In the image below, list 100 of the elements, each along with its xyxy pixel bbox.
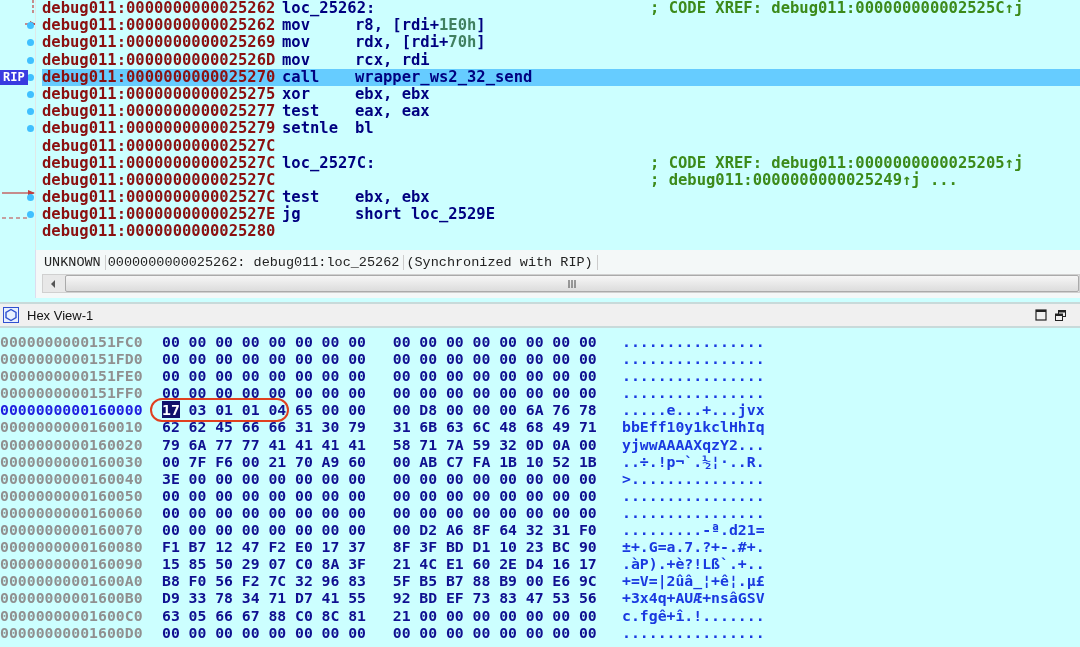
hex-byte: 1B (578, 452, 597, 470)
breakpoint-dot[interactable] (27, 56, 34, 64)
hex-byte: FA (472, 452, 491, 470)
hex-byte: 00 (472, 384, 491, 402)
hex-byte: 00 (241, 384, 260, 402)
hex-byte: 88 (472, 572, 491, 590)
breakpoint-dot[interactable] (27, 125, 34, 133)
hex-byte: 07 (268, 555, 287, 573)
restore-icon[interactable] (1055, 309, 1066, 321)
hex-byte: C0 (294, 606, 313, 624)
hex-byte: D2 (419, 521, 438, 539)
breakpoint-dot[interactable] (27, 194, 34, 202)
ascii-text: ±+.G=a.7.?+-.#+. (622, 538, 765, 556)
listing-line[interactable]: debug011:000000000002527C (42, 137, 1080, 155)
hex-byte: 00 (392, 401, 411, 419)
hex-byte: 00 (499, 384, 517, 402)
hex-byte: 62 (188, 418, 207, 436)
hex-byte: 1B (499, 452, 517, 470)
ascii-text: >............... (622, 469, 765, 487)
instruction-operands: rcx, rdi (355, 51, 431, 69)
listing-line[interactable]: debug011:000000000002527C ; debug011:0000000000025249↑j ... (42, 171, 1080, 190)
ascii-text: ................ (622, 384, 765, 402)
row-address: 0000000000160040 (0, 469, 144, 487)
listing-line[interactable]: debug011:0000000000025280 (42, 223, 1080, 241)
hex-byte: 00 (392, 350, 411, 368)
hex-byte: 00 (241, 503, 260, 521)
listing-line[interactable]: debug011:0000000000025275 xor ebx, ebx (42, 85, 1080, 104)
hex-byte: C0 (294, 555, 313, 573)
breakpoint-dot[interactable] (27, 39, 34, 47)
hex-byte: 00 (321, 401, 340, 419)
line-address: debug011:0000000000025262 (42, 0, 277, 18)
hex-byte: 00 (241, 333, 260, 350)
xref-comment: ; CODE XREF: debug011:0000000000025205↑j (650, 154, 1024, 172)
row-address: 00000000001600D0 (0, 623, 144, 641)
hex-byte: 00 (241, 623, 260, 641)
listing-line[interactable]: debug011:0000000000025269 mov rdx, [rdi+70h] (42, 34, 1080, 52)
instruction-operands: short loc_2529E (355, 206, 496, 224)
breakpoint-dot[interactable] (27, 73, 34, 81)
hex-byte: 00 (188, 521, 207, 539)
hex-byte: 00 (419, 367, 438, 385)
listing-line[interactable]: debug011:0000000000025279 setnle bl (42, 120, 1080, 138)
hex-byte: 00 (552, 384, 571, 402)
hex-byte: 00 (499, 401, 517, 419)
breakpoint-dot[interactable] (27, 22, 34, 30)
xref-comment: ; CODE XREF: debug011:000000000002525C↑j (650, 0, 1024, 18)
hex-byte: 66 (241, 418, 260, 436)
hex-byte: 00 (445, 469, 464, 487)
hex-byte: 00 (392, 469, 411, 487)
hex-byte: 00 (419, 486, 438, 504)
hex-byte: 8C (321, 606, 340, 624)
hex-byte: BD (419, 589, 438, 607)
listing-line[interactable]: debug011:0000000000025262 mov r8, [rdi+1E0h] (42, 17, 1080, 35)
breakpoint-dot[interactable] (27, 91, 34, 99)
hex-byte: 70 (294, 452, 313, 470)
hex-byte: 00 (215, 384, 233, 402)
hex-byte: 00 (525, 486, 544, 504)
instruction-mnemonic: xor (282, 85, 311, 104)
listing-line[interactable]: debug011:0000000000025277 test eax, eax (42, 103, 1080, 121)
hex-byte: 00 (348, 350, 366, 368)
hex-byte: 00 (578, 367, 597, 385)
line-address: debug011:0000000000025269 (42, 34, 277, 52)
hex-byte: 37 (348, 538, 366, 556)
ascii-text: c.fgê+î.!....... (622, 606, 765, 624)
hex-byte: 29 (241, 555, 260, 573)
hex-byte: 90 (578, 538, 597, 556)
listing-line[interactable]: debug011:000000000002527E jg short loc_2529E (42, 206, 1080, 224)
hex-byte: 58 (392, 435, 411, 453)
hex-byte: 32 (499, 435, 517, 453)
instruction-mnemonic: jg (282, 206, 302, 224)
hex-byte: 00 (392, 333, 411, 350)
hex-byte: F6 (215, 452, 233, 470)
hex-byte: 85 (188, 555, 207, 573)
hex-byte: 00 (188, 623, 207, 641)
hex-byte: 00 (445, 384, 464, 402)
maximize-icon[interactable] (1035, 309, 1047, 321)
line-address: debug011:0000000000025262 (42, 17, 277, 35)
breakpoint-dot[interactable] (27, 108, 34, 116)
hex-byte: 00 (525, 503, 544, 521)
ascii-text: .....e...+...jvx (622, 401, 765, 419)
line-address: debug011:000000000002527C (42, 154, 277, 172)
hex-byte: 00 (321, 469, 340, 487)
scroll-left-icon[interactable] (49, 279, 57, 288)
hex-byte: 00 (472, 401, 491, 419)
listing-line[interactable]: debug011:000000000002527C loc_2527C: ; CODE XREF: debug011:0000000000025205↑j (42, 154, 1080, 172)
breakpoint-dot[interactable] (27, 211, 34, 219)
hex-byte: 62 (162, 418, 180, 436)
listing-line[interactable]: debug011:0000000000025262 loc_25262: ; CODE XREF: debug011:000000000002525C↑j (42, 0, 1080, 18)
hex-byte: 00 (445, 367, 464, 385)
hex-byte: 00 (188, 469, 207, 487)
hex-byte: 41 (321, 589, 340, 607)
hex-byte: 32 (294, 572, 313, 590)
ascii-text: ................ (622, 486, 765, 504)
hex-byte: 00 (294, 384, 313, 402)
hex-byte: 00 (472, 469, 491, 487)
hex-byte: 04 (268, 401, 287, 419)
row-address: 00000000001600A0 (0, 572, 144, 590)
panel-title: Hex View-1 (27, 307, 94, 323)
status-field: 0000000000025262: debug011:loc_25262 (105, 254, 405, 270)
hex-byte: B7 (188, 538, 207, 556)
listing-line[interactable]: debug011:000000000002526D mov rcx, rdi (42, 51, 1080, 69)
